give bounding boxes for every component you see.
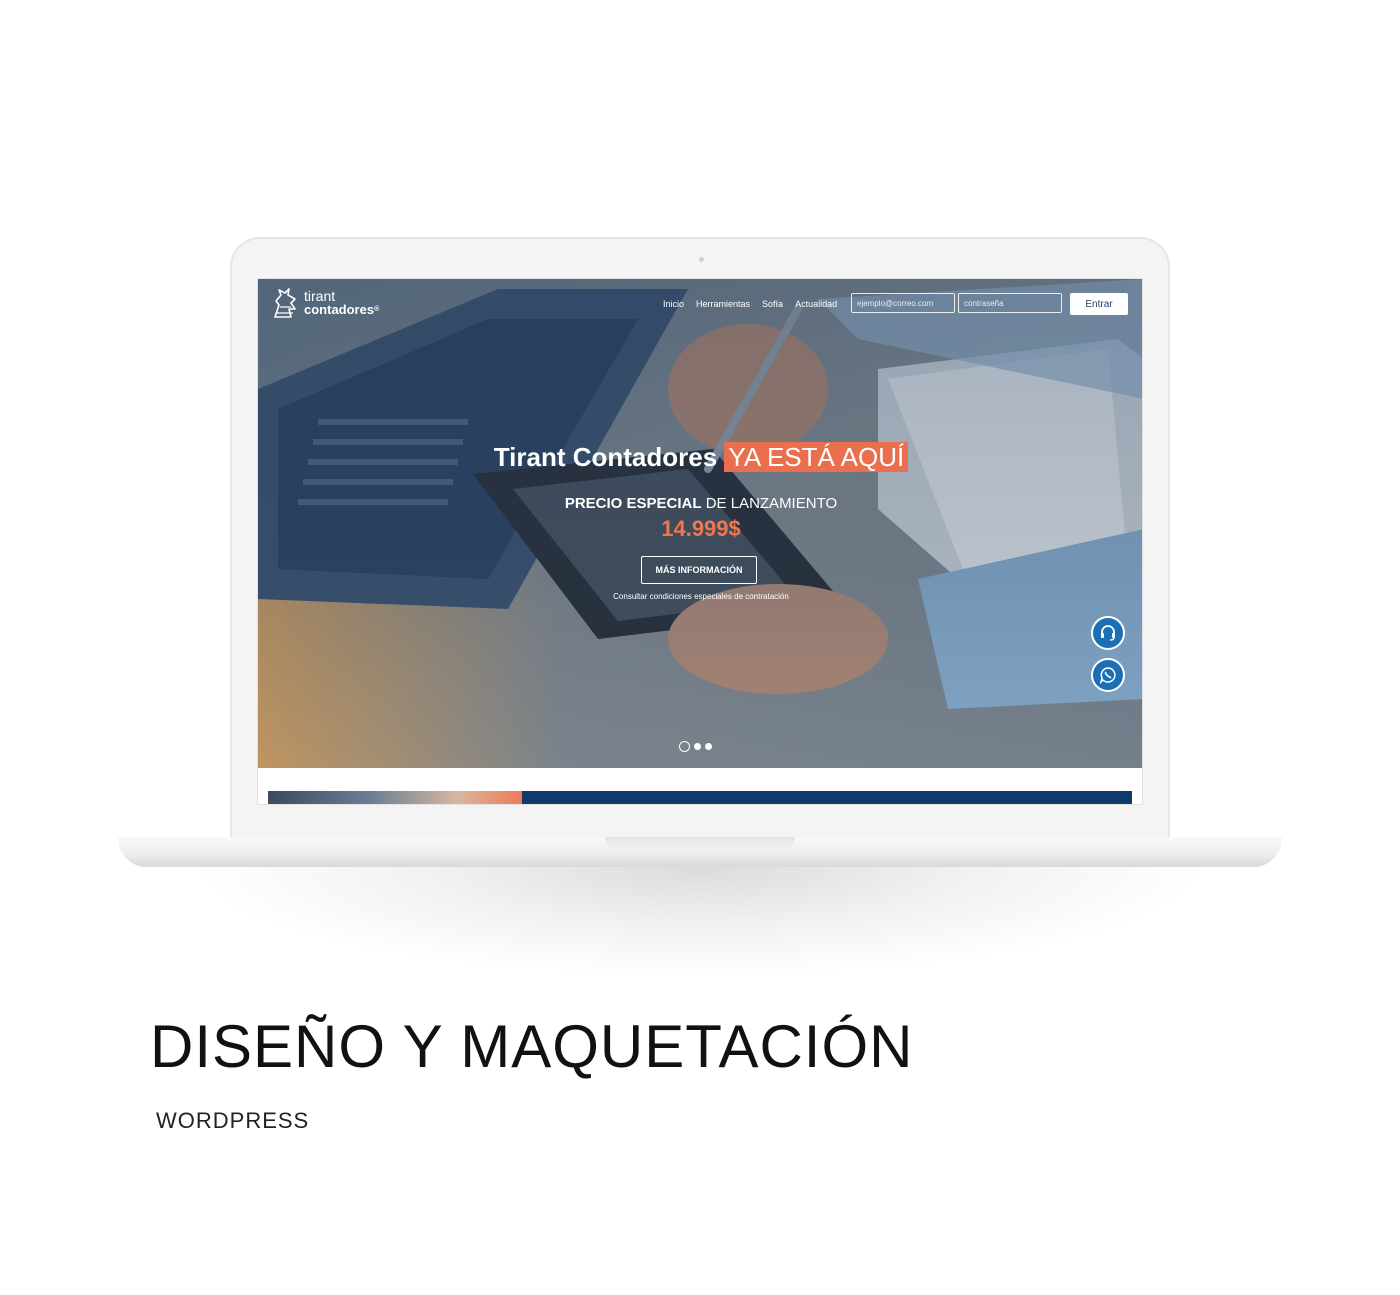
nav-item-herramientas[interactable]: Herramientas — [696, 299, 750, 309]
page-title: DISEÑO Y MAQUETACIÓN — [150, 1013, 914, 1080]
site-logo[interactable]: tirant contadores® — [271, 287, 379, 319]
laptop-base — [118, 837, 1282, 867]
hero-subline-bold: PRECIO ESPECIAL — [564, 495, 702, 512]
laptop-notch — [605, 837, 795, 851]
slider-dot-3[interactable] — [705, 743, 712, 750]
password-input[interactable] — [958, 293, 1062, 313]
headset-icon — [1101, 625, 1115, 641]
hero-terms-link[interactable]: Consultar condiciones especiales de cont… — [258, 592, 1142, 601]
knight-logo-icon — [274, 288, 296, 318]
hero-headline-highlight: YA ESTÁ AQUÍ — [724, 442, 909, 472]
hero-subline: PRECIO ESPECIAL DE LANZAMIENTO — [258, 495, 1142, 512]
laptop-shadow — [190, 867, 1210, 977]
logo-line2: contadores — [304, 302, 375, 317]
more-info-button[interactable]: MÁS INFORMACIÓN — [641, 556, 757, 584]
support-button[interactable] — [1091, 616, 1125, 650]
hero-headline: Tirant Contadores YA ESTÁ AQUÍ — [258, 442, 1142, 473]
nav-item-inicio[interactable]: Inicio — [663, 299, 684, 309]
hero-subline-rest: DE LANZAMIENTO — [701, 495, 838, 512]
next-section-image — [268, 791, 522, 804]
laptop-screen: tirant contadores® Inicio Herramientas S… — [257, 278, 1143, 805]
email-input[interactable] — [851, 293, 955, 313]
hero-headline-text: Tirant Contadores — [493, 442, 718, 472]
slider-dot-2[interactable] — [694, 743, 701, 750]
login-button[interactable]: Entrar — [1070, 293, 1128, 315]
page-subtitle: WORDPRESS — [156, 1108, 310, 1133]
whatsapp-icon — [1099, 667, 1116, 684]
hero-price: 14.999$ — [661, 516, 741, 541]
logo-registered-mark: ® — [374, 306, 380, 313]
next-section-banner — [268, 791, 1132, 804]
hero-slider: tirant contadores® Inicio Herramientas S… — [258, 279, 1142, 768]
whatsapp-button[interactable] — [1091, 658, 1125, 692]
slider-dots — [679, 741, 712, 752]
main-nav: Inicio Herramientas Sofía Actualidad — [663, 299, 837, 309]
slider-dot-1[interactable] — [679, 741, 690, 752]
logo-line1: tirant — [304, 288, 336, 304]
nav-item-sofia[interactable]: Sofía — [762, 299, 783, 309]
nav-item-actualidad[interactable]: Actualidad — [795, 299, 837, 309]
camera-icon — [699, 257, 704, 262]
